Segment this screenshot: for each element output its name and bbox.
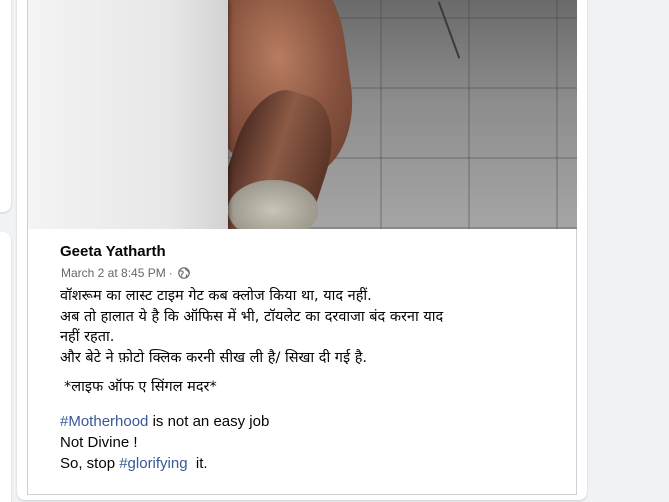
post-photo[interactable] (28, 0, 577, 229)
post-text-line: और बेटे ने फ़ोटो क्लिक करनी सीख ली है/ स… (60, 349, 368, 366)
post-text-line: वॉशरूम का लास्ट टाइम गेट कब क्लोज किया थ… (60, 288, 372, 304)
post-text-line: अब तो हालात ये है कि ऑफिस में भी, टॉयलेट… (60, 308, 444, 325)
post-text-fragment: is not an easy job (148, 413, 270, 430)
adjacent-card-edge (0, 232, 11, 502)
author-name-link[interactable]: Geeta Yatharth (60, 243, 166, 260)
post-meta: March 2 at 8:45 PM · (61, 265, 190, 281)
post-text-fragment: it. (187, 455, 208, 472)
hashtag-glorifying-link[interactable]: #glorifying (119, 455, 187, 472)
globe-icon[interactable] (177, 267, 190, 279)
photo-detail-cable (437, 1, 461, 59)
post-body-text: वॉशरूम का लास्ट टाइम गेट कब क्लोज किया थ… (60, 286, 540, 398)
previous-post-card-edge (0, 0, 11, 212)
photo-detail-cloth (228, 180, 318, 229)
meta-separator: · (168, 266, 173, 280)
post-hashtag-text: #Motherhood is not an easy job Not Divin… (60, 411, 540, 474)
post-text-line: नहीं रहता. (60, 329, 115, 345)
post-timestamp-link[interactable]: March 2 at 8:45 PM (61, 266, 166, 280)
hashtag-motherhood-link[interactable]: #Motherhood (60, 413, 148, 430)
post-text-fragment: So, stop (60, 455, 120, 472)
post-signature: *लाइफ ऑफ ए सिंगल मदर* (64, 379, 217, 395)
photo-detail-door (28, 0, 228, 229)
post-text-line: Not Divine ! (60, 434, 138, 451)
